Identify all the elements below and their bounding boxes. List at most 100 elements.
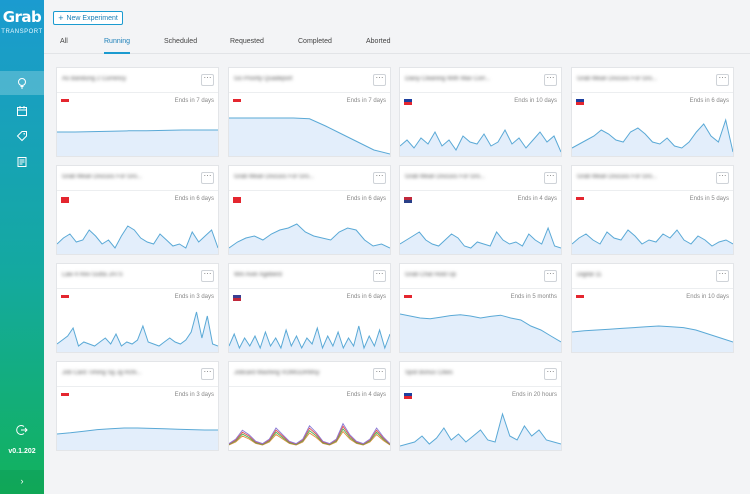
card-menu-button[interactable]: ··· (716, 74, 729, 86)
experiment-title[interactable]: Ao Bandung 2 Currency (62, 76, 126, 82)
experiment-card[interactable]: Spot Bonus Cities ··· Ends in 20 hours (399, 361, 562, 451)
sparkline-area (400, 130, 561, 156)
nav-tags[interactable] (0, 124, 44, 148)
sidebar: Grab TRANSPORT v0.1.202 › (0, 0, 44, 494)
experiment-card[interactable]: Law 4 Rev Gutta JATS ··· Ends in 3 days (56, 263, 219, 353)
logout-button[interactable] (0, 418, 44, 442)
tab-all[interactable]: All (60, 38, 68, 54)
ends-in-label: Ends in 10 days (686, 294, 729, 300)
sparkline-area (229, 118, 390, 156)
country-flag-icon (404, 393, 412, 399)
experiment-card[interactable]: Go Priority Quadeport ··· Ends in 7 days (228, 67, 391, 157)
card-menu-button[interactable]: ··· (544, 368, 557, 380)
country-flag-icon (576, 295, 584, 301)
nav-reports[interactable] (0, 150, 44, 174)
card-header: Grab Mean Discuss For Gro... ··· (229, 166, 390, 191)
experiment-card[interactable]: Jobcard Mashing VOMGDRMsy ··· Ends in 4 da… (228, 361, 391, 451)
experiment-card[interactable]: Grab Mean Discuss For Gro... ··· Ends in 4… (399, 165, 562, 255)
experiment-title[interactable]: Go Priority Quadeport (234, 76, 292, 82)
sparkline-chart (229, 117, 390, 156)
experiment-card[interactable]: Daisy Cleaning With Max Corr... ··· Ends i… (399, 67, 562, 157)
experiment-title[interactable]: Jobcard Mashing VOMGDRMsy (234, 370, 319, 376)
new-experiment-button[interactable]: + New Experiment (53, 11, 123, 25)
country-flag-icon (61, 99, 69, 105)
country-flag-icon (233, 99, 241, 105)
nav-calendar[interactable] (0, 99, 44, 123)
sparkline-chart (57, 311, 218, 352)
ends-in-label: Ends in 20 hours (511, 392, 557, 398)
tab-aborted[interactable]: Aborted (366, 38, 391, 54)
experiment-card[interactable]: Ao Bandung 2 Currency ··· Ends in 7 days (56, 67, 219, 157)
card-menu-button[interactable]: ··· (716, 172, 729, 184)
card-menu-button[interactable]: ··· (201, 172, 214, 184)
card-header: Job Card Timing Sg Jg Rchi... ··· (57, 362, 218, 387)
ends-in-label: Ends in 6 days (346, 294, 386, 300)
experiment-title[interactable]: Grab Mean Discuss For Gro... (62, 174, 142, 180)
country-flag-icon (233, 295, 241, 301)
sparkline-chart (572, 229, 733, 254)
tab-scheduled[interactable]: Scheduled (164, 38, 197, 54)
tab-running[interactable]: Running (104, 38, 131, 54)
experiment-card[interactable]: Grab Mean Discuss For Gro... ··· Ends in 5… (571, 165, 734, 255)
ends-in-label: Ends in 5 months (510, 294, 557, 300)
experiment-title[interactable]: Grab Mean Discuss For Gro... (234, 174, 314, 180)
card-menu-button[interactable]: ··· (201, 74, 214, 86)
card-menu-button[interactable]: ··· (201, 270, 214, 282)
card-header: Win Aver Ageberd ··· (229, 264, 390, 289)
experiment-card[interactable]: Grab Chat Hold Up ··· Ends in 5 months (399, 263, 562, 353)
card-menu-button[interactable]: ··· (373, 368, 386, 380)
card-menu-button[interactable]: ··· (716, 270, 729, 282)
calendar-icon (17, 106, 27, 116)
experiment-title[interactable]: Grab Chat Hold Up (405, 272, 456, 278)
card-menu-button[interactable]: ··· (544, 172, 557, 184)
card-header: Jobcard Mashing VOMGDRMsy ··· (229, 362, 390, 387)
experiment-card[interactable]: Job Card Timing Sg Jg Rchi... ··· Ends in … (56, 361, 219, 451)
ends-in-label: Ends in 10 days (514, 98, 557, 104)
ends-in-label: Ends in 7 days (346, 98, 386, 104)
experiment-card[interactable]: Win Aver Ageberd ··· Ends in 6 days (228, 263, 391, 353)
country-flag-icon (61, 197, 69, 203)
experiment-title[interactable]: Digital 11 (577, 272, 602, 278)
card-header: Grab Mean Discuss For Gro... ··· (572, 166, 733, 191)
card-menu-button[interactable]: ··· (201, 368, 214, 380)
experiment-title[interactable]: Grab Mean Discuss For Gro... (577, 174, 657, 180)
experiment-title[interactable]: Law 4 Rev Gutta JATS (62, 272, 123, 278)
report-icon (17, 157, 27, 167)
plus-icon: + (58, 12, 64, 23)
card-header: Spot Bonus Cities ··· (400, 362, 561, 387)
tab-completed[interactable]: Completed (298, 38, 332, 54)
expand-sidebar-icon[interactable]: › (0, 476, 44, 486)
sparkline-area (57, 130, 218, 156)
sparkline-area (57, 312, 218, 352)
nav-experiments[interactable] (0, 71, 44, 95)
experiment-card[interactable]: Grab Mean Discuss For Gro... ··· Ends in 6… (571, 67, 734, 157)
experiment-card[interactable]: Grab Mean Discuss For Gro... ··· Ends in 6… (56, 165, 219, 255)
sparkline-chart (400, 226, 561, 254)
sparkline-chart (57, 225, 218, 254)
tab-requested[interactable]: Requested (230, 38, 264, 54)
sparkline-chart (400, 128, 561, 156)
experiment-card[interactable]: Digital 11 ··· Ends in 10 days (571, 263, 734, 353)
status-tabs: All Running Scheduled Requested Complete… (44, 32, 750, 54)
country-flag-icon (404, 197, 412, 203)
experiment-title[interactable]: Grab Mean Discuss For Gro... (577, 76, 657, 82)
experiment-card[interactable]: Grab Mean Discuss For Gro... ··· Ends in 6… (228, 165, 391, 255)
card-menu-button[interactable]: ··· (544, 270, 557, 282)
experiment-title[interactable]: Grab Mean Discuss For Gro... (405, 174, 485, 180)
experiment-title[interactable]: Job Card Timing Sg Jg Rchi... (62, 370, 141, 376)
experiment-title[interactable]: Daisy Cleaning With Max Corr... (405, 76, 490, 82)
ends-in-label: Ends in 6 days (689, 98, 729, 104)
ends-in-label: Ends in 3 days (174, 392, 214, 398)
card-header: Ao Bandung 2 Currency ··· (57, 68, 218, 93)
country-flag-icon (404, 99, 412, 105)
version-label: v0.1.202 (8, 448, 36, 455)
card-menu-button[interactable]: ··· (373, 74, 386, 86)
card-menu-button[interactable]: ··· (373, 270, 386, 282)
card-menu-button[interactable]: ··· (544, 74, 557, 86)
experiment-title[interactable]: Spot Bonus Cities (405, 370, 453, 376)
sparkline-chart (400, 313, 561, 352)
ends-in-label: Ends in 4 days (346, 392, 386, 398)
card-header: Grab Mean Discuss For Gro... ··· (57, 166, 218, 191)
card-menu-button[interactable]: ··· (373, 172, 386, 184)
experiment-title[interactable]: Win Aver Ageberd (234, 272, 282, 278)
